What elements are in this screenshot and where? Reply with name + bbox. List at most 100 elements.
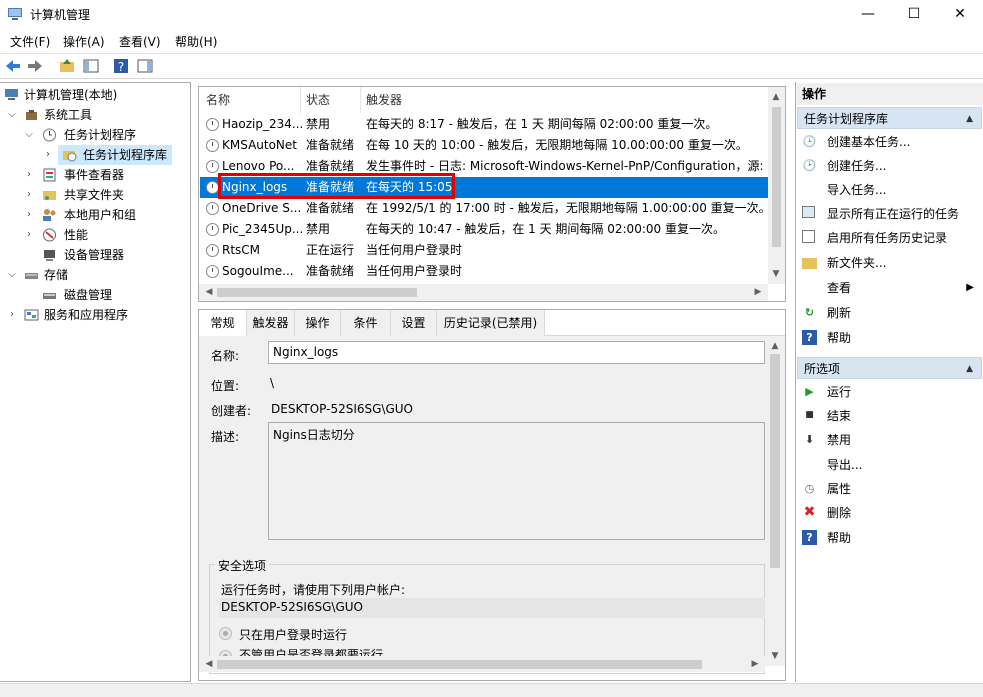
scroll-right-icon[interactable]: ▶ [750,284,766,300]
action-run[interactable]: ▶ 运行 [796,380,982,404]
scroll-up-icon[interactable]: ▲ [768,89,784,105]
scroll-down-icon[interactable]: ▼ [768,266,784,282]
scroll-left-icon[interactable]: ◀ [201,284,217,300]
collapse-icon[interactable]: ▲ [966,358,973,380]
chevron-down-icon[interactable]: ⌵ [7,105,17,125]
computer-management-icon [8,8,22,20]
task-list-vertical-scrollbar[interactable]: ▲ ▼ [768,87,785,284]
minimize-button[interactable]: — [845,0,891,28]
tab-history[interactable]: 历史记录(已禁用) [437,310,545,336]
tree-item-disk-management[interactable]: 磁盘管理 [4,285,184,305]
users-icon [43,209,56,221]
detail-vertical-scrollbar[interactable]: ▲ ▼ [765,336,785,666]
title-bar: 计算机管理 — ☐ ✕ [0,0,983,28]
delete-x-icon: ✖ [803,504,816,520]
show-hide-tree-icon[interactable] [82,57,100,75]
column-header-status[interactable]: 状态 [306,87,361,113]
tree-item-system-tools[interactable]: ⌵ 系统工具 [4,105,184,125]
table-row[interactable]: SogouIme... 准备就绪 当任何用户登录时 [200,261,768,282]
chevron-down-icon[interactable]: ⌵ [7,265,17,285]
name-field[interactable]: Nginx_logs [268,341,765,364]
tab-actions[interactable]: 操作 [295,310,341,336]
chevron-down-icon[interactable]: ⌵ [24,125,34,145]
task-clock-icon [206,139,219,152]
tree-item-local-users[interactable]: › 本地用户和组 [4,205,184,225]
action-new-folder[interactable]: 新文件夹... [796,251,982,275]
tree-item-device-manager[interactable]: 设备管理器 [4,245,184,265]
clipped-row: 不管用户是否登录都要运行 [199,648,765,656]
table-row[interactable]: RtsCM 正在运行 当任何用户登录时 [200,240,768,261]
chevron-right-icon[interactable]: › [7,305,17,325]
location-value: \ [270,376,275,390]
action-refresh[interactable]: ↻ 刷新 [796,301,982,325]
task-list-horizontal-scrollbar[interactable]: ◀ ▶ [199,284,768,301]
action-show-running-tasks[interactable]: 显示所有正在运行的任务 [796,202,982,226]
scrollbar-thumb[interactable] [772,107,781,247]
general-tab-content: 名称: Nginx_logs 位置: \ 创建者: DESKTOP-52SI6S… [199,336,765,674]
tab-general[interactable]: 常规 [199,310,247,336]
chevron-right-icon[interactable]: › [24,225,34,245]
menu-action[interactable]: 操作(A) [63,33,105,50]
action-import-task[interactable]: 导入任务... [796,178,982,202]
action-disable[interactable]: ⬇ 禁用 [796,428,982,452]
tree-item-task-scheduler-library[interactable]: 任务计划程序库 [58,145,172,165]
scroll-down-icon[interactable]: ▼ [767,648,783,664]
table-row[interactable]: OneDrive S... 准备就绪 在 1992/5/1 的 17:00 时 … [200,198,768,219]
security-options-title: 安全选项 [215,557,270,574]
chevron-right-icon[interactable]: › [46,149,50,160]
detail-horizontal-scrollbar[interactable]: ◀ ▶ [199,656,765,672]
table-row[interactable]: Pic_2345Up... 禁用 在每天的 10:47 - 触发后，在 1 天 … [200,219,768,240]
scrollbar-thumb[interactable] [770,354,780,568]
scroll-right-icon[interactable]: ▶ [747,656,763,672]
back-arrow-icon[interactable] [4,57,22,75]
menu-help[interactable]: 帮助(H) [175,33,217,50]
column-header-trigger[interactable]: 触发器 [366,87,766,113]
close-button[interactable]: ✕ [937,0,983,28]
chevron-right-icon[interactable]: › [24,165,34,185]
column-header-name[interactable]: 名称 [206,87,301,113]
action-help-selected[interactable]: ? 帮助 [796,526,982,550]
up-folder-icon[interactable] [58,57,76,75]
scrollbar-thumb[interactable] [217,288,417,297]
svg-text:?: ? [118,60,124,74]
menu-view[interactable]: 查看(V) [119,33,161,50]
tab-settings[interactable]: 设置 [391,310,437,336]
collapse-icon[interactable]: ▲ [966,108,973,130]
action-properties[interactable]: ◷ 属性 [796,477,982,501]
tree-item-services-apps[interactable]: › 服务和应用程序 [4,305,184,325]
table-row[interactable]: KMSAutoNet 准备就绪 在每 10 天的 10:00 - 触发后，无限期… [200,135,768,156]
table-row[interactable]: Haozip_234... 禁用 在每天的 8:17 - 触发后，在 1 天 期… [200,114,768,135]
action-export[interactable]: 导出... [796,453,982,477]
scrollbar-thumb[interactable] [217,660,702,669]
action-view[interactable]: 查看 ▶ [796,276,982,300]
help-icon[interactable]: ? [112,57,130,75]
maximize-button[interactable]: ☐ [891,0,937,28]
tree-item-root[interactable]: 计算机管理(本地) [4,85,184,105]
tree-item-task-scheduler[interactable]: ⌵ 任务计划程序 [4,125,184,145]
scroll-left-icon[interactable]: ◀ [201,656,217,672]
action-create-task[interactable]: 🕑 创建任务... [796,154,982,178]
tree-item-performance[interactable]: › 性能 [4,225,184,245]
tab-triggers[interactable]: 触发器 [247,310,295,336]
navigation-tree: 计算机管理(本地) ⌵ 系统工具 ⌵ 任务计划程序 任务计划程序库 › › 事件… [0,82,191,682]
forward-arrow-icon[interactable] [26,57,44,75]
description-field[interactable]: Ngins日志切分 [268,422,765,540]
actions-section-library[interactable]: 任务计划程序库 ▲ [797,107,982,129]
radio-run-only-logged-on[interactable] [219,627,232,640]
tree-item-storage[interactable]: ⌵ 存储 [4,265,184,285]
tree-item-event-viewer[interactable]: › 事件查看器 [4,165,184,185]
actions-section-selected[interactable]: 所选项 ▲ [797,357,982,379]
menu-file[interactable]: 文件(F) [10,33,50,50]
show-action-pane-icon[interactable] [136,57,154,75]
tree-item-shared-folders[interactable]: › 共享文件夹 [4,185,184,205]
action-help[interactable]: ? 帮助 [796,326,982,350]
action-delete[interactable]: ✖ 删除 [796,501,982,525]
chevron-right-icon[interactable]: › [24,205,34,225]
action-enable-history[interactable]: 启用所有任务历史记录 [796,226,982,250]
radio-run-whether-logged-on-label: 不管用户是否登录都要运行 [239,648,384,656]
scroll-up-icon[interactable]: ▲ [767,338,783,354]
chevron-right-icon[interactable]: › [24,185,34,205]
action-create-basic-task[interactable]: 🕒 创建基本任务... [796,130,982,154]
tab-conditions[interactable]: 条件 [341,310,391,336]
action-end[interactable]: ■ 结束 [796,404,982,428]
